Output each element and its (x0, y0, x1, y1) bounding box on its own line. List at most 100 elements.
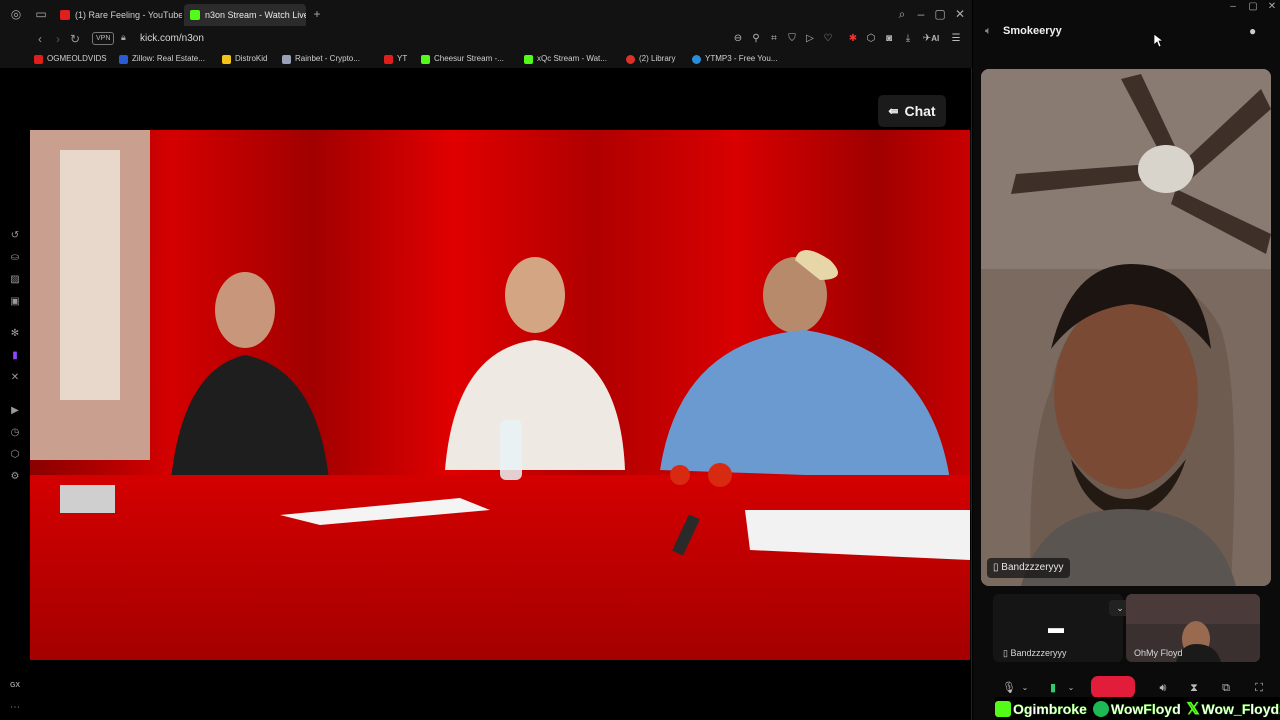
participant-tile[interactable]: ▬ ▯ Bandzzzeryyy (993, 594, 1123, 662)
twitch-icon[interactable]: ▨ (9, 274, 21, 286)
bookmark-label: Cheesur Stream -... (434, 54, 504, 63)
caller-name: Smokeeryy (1003, 25, 1062, 37)
player-icon[interactable]: ▣ (9, 296, 21, 308)
bookmark-label: YTMP3 - Free You... (705, 54, 778, 63)
activity-icon[interactable]: ⧗ (1186, 680, 1202, 696)
back-icon[interactable]: ‹ (33, 32, 47, 46)
download-icon[interactable]: ⤓ (901, 32, 915, 46)
vpn-badge[interactable]: VPN (92, 32, 115, 45)
chat-button-label: Chat (904, 103, 936, 119)
zillow-icon (119, 54, 128, 64)
socials-overlay: Ogimbroke WowFloyd 𝕏 Wow_Floyd1 (995, 697, 1280, 720)
shield-icon[interactable]: ⛉ (785, 32, 799, 46)
fullscreen-icon[interactable]: ⛶ (1251, 680, 1267, 696)
stream-video-frame (30, 130, 970, 660)
mouse-cursor-icon (1154, 34, 1164, 48)
kick-handle-text: Ogimbroke (1013, 700, 1087, 717)
chat-toggle-button[interactable]: ⇚ Chat (878, 95, 946, 127)
opera-gx-logo-icon[interactable]: ◎ (9, 7, 23, 21)
spotify-handle: WowFloyd (1092, 700, 1181, 717)
ai-chat-icon[interactable]: ↺ (9, 230, 21, 242)
popout-icon[interactable]: ⧉ (1218, 680, 1234, 696)
bookmark-label: DistroKid (235, 54, 268, 63)
search-icon[interactable]: ⌕ (895, 7, 909, 21)
youtube-icon (34, 54, 43, 64)
bookmark-label: Rainbet - Crypto... (295, 54, 360, 63)
minimize-icon[interactable]: – (914, 7, 928, 21)
chat-bubble-icon[interactable]: ● (1249, 24, 1263, 38)
main-video-feed[interactable] (981, 69, 1271, 586)
call-controls: 🎙︎ ⌄ ▮ ⌄ 🔊︎ ⧗ ⧉ ⛶ (973, 676, 1280, 698)
bookmark-item[interactable]: xQc Stream - Wat... (524, 53, 607, 65)
tile-name: OhMy Floyd (1134, 648, 1183, 658)
camera-icon[interactable]: ▮ (1045, 680, 1061, 696)
maximize-icon[interactable]: ▢ (933, 7, 947, 21)
forward-icon[interactable]: › (51, 32, 65, 46)
url-field[interactable]: kick.com/n3on (140, 32, 204, 46)
tile-name: ▯ Bandzzzeryyy (1003, 648, 1067, 658)
snapshot-icon[interactable]: ⌗ (767, 32, 781, 46)
reload-icon[interactable]: ↻ (68, 32, 82, 46)
close-icon[interactable]: ✕ (953, 7, 967, 21)
x-icon: 𝕏 (1186, 700, 1200, 718)
kick-icon (421, 54, 430, 64)
speaker-icon[interactable]: 🔈︎ (985, 25, 992, 38)
spotify-handle-text: WowFloyd (1110, 700, 1181, 717)
participant-tile[interactable]: OhMy Floyd (1126, 594, 1260, 662)
heart-icon[interactable]: ♡ (821, 32, 835, 46)
more-icon[interactable]: ⋯ (9, 702, 21, 714)
ai-label: AI (931, 34, 940, 43)
chatgpt-icon[interactable]: ✻ (9, 328, 21, 340)
play-icon[interactable]: ▷ (803, 32, 817, 46)
x-handle-text: Wow_Floyd1 (1201, 700, 1280, 717)
bag-icon[interactable]: ⛀ (9, 252, 21, 264)
kick-icon (190, 10, 200, 20)
tab-youtube[interactable]: (1) Rare Feeling - YouTube (54, 4, 182, 26)
x-handle: 𝕏 Wow_Floyd1 (1186, 699, 1280, 719)
settings-icon[interactable]: ⚙ (9, 471, 21, 483)
zoom-out-icon[interactable]: ⊖ (731, 32, 745, 46)
chevron-down-icon[interactable]: ⌄ (1063, 680, 1079, 696)
maximize-icon[interactable]: ▢ (1245, 0, 1261, 14)
bookmark-item[interactable]: YT (384, 53, 407, 65)
close-icon[interactable]: ✕ (1264, 0, 1280, 14)
avatar[interactable]: ◙ (882, 32, 896, 46)
extensions-icon[interactable]: ⬡ (864, 32, 878, 46)
rainbet-icon (282, 54, 291, 64)
tab-kick[interactable]: n3on Stream - Watch Live (184, 4, 306, 26)
stream-video[interactable] (30, 130, 970, 660)
volume-icon[interactable]: 🔊︎ (1155, 680, 1171, 696)
library-icon (626, 54, 635, 64)
chat-collapse-icon: ⇚ (888, 104, 899, 118)
menu-icon[interactable]: ☰ (949, 32, 963, 46)
bookmarks-bar: OGMEOLDVIDS Zillow: Real Estate... Distr… (0, 50, 972, 68)
minimize-icon[interactable]: – (1225, 0, 1241, 14)
extensions-sidebar-icon[interactable]: ⬡ (9, 449, 21, 461)
bookmark-item[interactable]: OGMEOLDVIDS (34, 53, 107, 65)
chevron-down-icon[interactable]: ⌄ (1017, 680, 1033, 696)
lock-icon[interactable]: 🔒︎ (121, 32, 126, 43)
microphone-icon[interactable]: 🎙︎ (1001, 680, 1017, 696)
video-icon[interactable]: ▶ (9, 405, 21, 417)
camera-off-icon: ▬ (1048, 620, 1064, 637)
tab-strip: ◎ ▭ (1) Rare Feeling - YouTube n3on Stre… (0, 0, 972, 28)
x-icon[interactable]: ✕ (9, 372, 21, 384)
bookmark-item[interactable]: Zillow: Real Estate... (119, 53, 205, 65)
bookmark-item[interactable]: YTMP3 - Free You... (692, 53, 777, 65)
bookmark-item[interactable]: Rainbet - Crypto... (282, 53, 360, 65)
end-call-button[interactable] (1091, 676, 1135, 698)
distrokid-icon (222, 54, 231, 64)
history-icon[interactable]: ◷ (9, 427, 21, 439)
twitch-purple-icon[interactable]: ▮ (9, 350, 21, 362)
ai-button[interactable]: ✈AI (921, 32, 941, 46)
tab-menu-icon[interactable]: ▭ (34, 7, 48, 21)
bookmark-item[interactable]: DistroKid (222, 53, 267, 65)
new-tab-icon[interactable]: + (310, 7, 324, 21)
bookmark-item[interactable]: (2) Library (626, 53, 675, 65)
tab-title: n3on Stream - Watch Live (205, 10, 306, 20)
pin-icon[interactable]: ⚲ (749, 32, 763, 46)
gx-label[interactable]: GX (9, 680, 21, 692)
address-bar: ‹ › ↻ VPN 🔒︎ kick.com/n3on ⊖ ⚲ ⌗ ⛉ ▷ ♡ ✱… (0, 28, 972, 50)
extension-red-icon[interactable]: ✱ (846, 32, 860, 46)
bookmark-item[interactable]: Cheesur Stream -... (421, 53, 504, 65)
